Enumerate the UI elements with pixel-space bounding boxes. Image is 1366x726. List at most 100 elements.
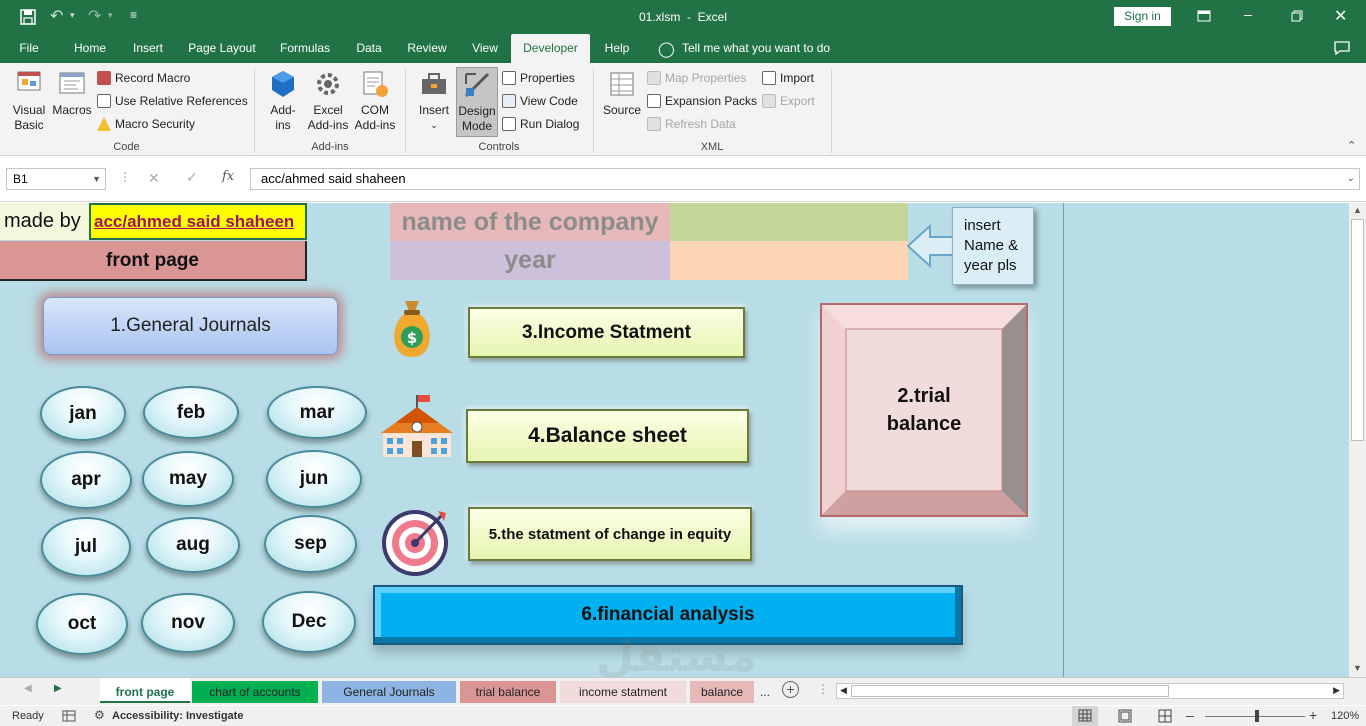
scroll-up-icon[interactable]: ▲ [1353, 205, 1362, 215]
page-layout-view-icon[interactable] [1118, 709, 1132, 723]
horizontal-scroll-thumb[interactable] [851, 685, 1169, 697]
insert-control-button[interactable]: Insert ⌄ [414, 69, 454, 133]
accessibility-icon[interactable]: ⚙ [94, 708, 105, 722]
cancel-icon[interactable]: ✕ [148, 170, 160, 187]
enter-icon[interactable]: ✓ [186, 169, 198, 186]
vertical-scroll-thumb[interactable] [1351, 219, 1364, 441]
com-add-ins-button[interactable]: COM Add-ins [352, 69, 398, 133]
normal-view-icon[interactable] [1072, 706, 1098, 726]
front-page-cell[interactable]: front page [0, 241, 307, 281]
month-feb-button[interactable]: feb [143, 386, 239, 439]
trial-balance-button[interactable]: 2.trial balance [820, 303, 1028, 517]
sheet-tab-general-journals[interactable]: General Journals [322, 681, 456, 703]
month-dec-button[interactable]: Dec [262, 591, 356, 653]
made-by-cell[interactable]: made by [0, 203, 89, 240]
tab-home[interactable]: Home [64, 34, 116, 63]
collapse-ribbon-icon[interactable]: ⌃ [1347, 139, 1356, 152]
month-may-button[interactable]: may [142, 451, 234, 507]
macro-recording-icon[interactable] [62, 710, 76, 722]
tab-file[interactable]: File [10, 34, 48, 63]
month-jan-button[interactable]: jan [40, 386, 126, 441]
company-name-label[interactable]: name of the company [390, 203, 670, 241]
tell-me-search[interactable]: Tell me what you want to do [682, 34, 842, 63]
sign-in-button[interactable]: Sign in [1114, 7, 1171, 26]
worksheet[interactable]: made by acc/ahmed said shaheen front pag… [0, 203, 1349, 677]
sheet-tab-chart-of-accounts[interactable]: chart of accounts [192, 681, 318, 703]
vertical-scrollbar[interactable]: ▲ ▼ [1349, 203, 1366, 677]
minimize-icon[interactable]: – [1244, 6, 1252, 22]
export-button[interactable]: Export [762, 92, 815, 110]
expansion-packs-button[interactable]: Expansion Packs [647, 92, 757, 110]
zoom-in-icon[interactable]: + [1309, 707, 1317, 723]
zoom-level[interactable]: 120% [1331, 710, 1359, 722]
month-mar-button[interactable]: mar [267, 386, 367, 439]
use-relative-references-button[interactable]: Use Relative References [97, 92, 248, 110]
month-aug-button[interactable]: aug [146, 517, 240, 573]
expand-formula-bar-icon[interactable]: ⌄ [1347, 169, 1355, 189]
import-button[interactable]: Import [762, 69, 814, 87]
restore-icon[interactable] [1291, 10, 1303, 22]
sheet-tab-trial-balance[interactable]: trial balance [460, 681, 556, 703]
month-oct-button[interactable]: oct [36, 593, 128, 655]
tab-formulas[interactable]: Formulas [272, 34, 338, 63]
excel-add-ins-button[interactable]: Excel Add-ins [304, 69, 352, 133]
properties-button[interactable]: Properties [502, 69, 575, 87]
tab-review[interactable]: Review [398, 34, 456, 63]
tab-developer[interactable]: Developer [511, 34, 590, 63]
tab-data[interactable]: Data [346, 34, 392, 63]
more-sheets-ellipsis[interactable]: ... [756, 681, 774, 703]
next-sheet-icon[interactable]: ▶ [54, 683, 62, 694]
refresh-data-button[interactable]: Refresh Data [647, 115, 736, 133]
month-jul-button[interactable]: jul [41, 517, 131, 577]
general-journals-button[interactable]: 1.General Journals [43, 297, 338, 355]
scroll-left-icon[interactable]: ◀ [840, 685, 847, 696]
zoom-slider-thumb[interactable] [1255, 710, 1259, 722]
map-properties-button[interactable]: Map Properties [647, 69, 746, 87]
income-statement-button[interactable]: 3.Income Statment [468, 307, 745, 358]
month-apr-button[interactable]: apr [40, 451, 132, 509]
year-label[interactable]: year [390, 241, 670, 280]
scroll-down-icon[interactable]: ▼ [1353, 663, 1362, 673]
year-input[interactable] [670, 241, 908, 280]
source-button[interactable]: Source [600, 69, 644, 118]
name-box[interactable]: B1 ▼ [6, 168, 106, 190]
equity-statement-button[interactable]: 5.the statment of change in equity [468, 507, 752, 561]
design-mode-button[interactable]: Design Mode [456, 67, 498, 137]
author-cell[interactable]: acc/ahmed said shaheen [89, 203, 307, 240]
tab-splitter-icon[interactable]: ⋮ [817, 682, 829, 696]
tab-help[interactable]: Help [596, 34, 638, 63]
more-options-icon[interactable]: ⋮ [119, 170, 131, 184]
run-dialog-button[interactable]: Run Dialog [502, 115, 579, 133]
company-name-input[interactable] [670, 203, 908, 241]
record-macro-button[interactable]: Record Macro [97, 69, 190, 87]
close-icon[interactable]: ✕ [1334, 6, 1347, 26]
name-box-dropdown-icon[interactable]: ▼ [92, 169, 101, 189]
macros-button[interactable]: Macros [52, 69, 92, 118]
month-jun-button[interactable]: jun [266, 450, 362, 508]
tab-insert[interactable]: Insert [122, 34, 174, 63]
insert-note-box[interactable]: insert Name & year pls [952, 207, 1034, 285]
tab-page-layout[interactable]: Page Layout [180, 34, 264, 63]
month-nov-button[interactable]: nov [141, 593, 235, 653]
comments-icon[interactable] [1334, 41, 1350, 55]
tab-view[interactable]: View [462, 34, 508, 63]
prev-sheet-icon[interactable]: ◀ [24, 683, 32, 694]
view-code-button[interactable]: View Code [502, 92, 578, 110]
sheet-tab-balance[interactable]: balance [690, 681, 754, 703]
sheet-tab-income-statement[interactable]: income statment [560, 681, 686, 703]
ribbon-display-options-icon[interactable] [1197, 10, 1211, 22]
add-ins-button[interactable]: Add- ins [264, 69, 302, 133]
page-break-view-icon[interactable] [1158, 709, 1172, 723]
sheet-tab-front-page[interactable]: front page [100, 678, 190, 703]
macro-security-button[interactable]: Macro Security [97, 115, 195, 133]
accessibility-status[interactable]: Accessibility: Investigate [112, 710, 243, 722]
balance-sheet-button[interactable]: 4.Balance sheet [466, 409, 749, 463]
visual-basic-button[interactable]: Visual Basic [8, 69, 50, 133]
new-sheet-icon[interactable]: + [782, 681, 799, 698]
formula-input[interactable]: acc/ahmed said shaheen ⌄ [250, 168, 1360, 190]
zoom-out-icon[interactable]: – [1186, 707, 1194, 723]
scroll-right-icon[interactable]: ▶ [1333, 685, 1340, 696]
insert-function-icon[interactable]: fx [222, 169, 234, 184]
month-sep-button[interactable]: sep [264, 515, 357, 573]
horizontal-scrollbar[interactable]: ◀ ▶ [836, 683, 1344, 699]
